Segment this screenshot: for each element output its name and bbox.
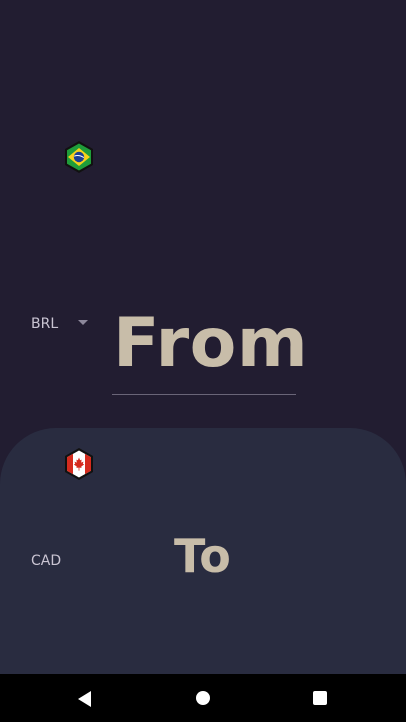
home-circle-icon (196, 691, 210, 705)
home-button[interactable] (173, 674, 233, 722)
from-amount-input[interactable]: From (113, 300, 308, 388)
back-button[interactable] (55, 674, 115, 722)
canada-flag-icon[interactable] (63, 447, 95, 481)
recents-square-icon (313, 691, 327, 705)
navigation-bar (0, 674, 406, 722)
to-currency-code[interactable]: CAD (31, 553, 61, 569)
brazil-flag-icon[interactable] (63, 140, 95, 174)
back-triangle-icon (78, 691, 91, 707)
recents-button[interactable] (290, 674, 350, 722)
currency-converter-screen: BRL From CAD To (0, 0, 406, 722)
from-amount-underline (112, 394, 296, 395)
from-currency-code[interactable]: BRL (31, 316, 58, 332)
dropdown-arrow-icon[interactable] (78, 320, 88, 325)
to-amount-output: To (174, 529, 231, 583)
